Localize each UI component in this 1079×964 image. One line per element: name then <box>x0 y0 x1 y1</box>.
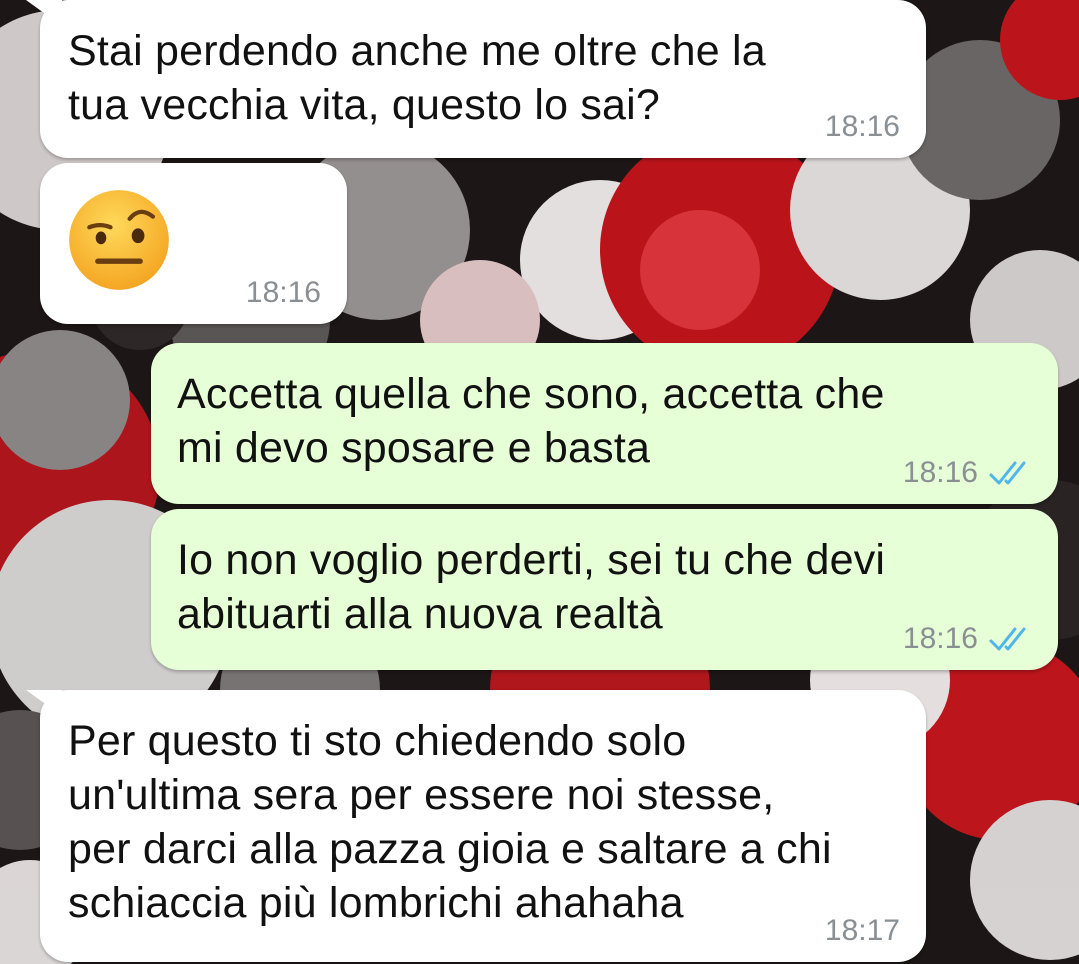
message-meta: 18:16 <box>825 110 900 144</box>
message-text: Stai perdendo anche me oltre che la tua … <box>68 27 766 129</box>
message-text: Per questo ti sto chiedendo solo un'ulti… <box>68 717 832 927</box>
message-meta: 18:16 <box>903 622 1032 656</box>
outgoing-message-bubble[interactable]: Io non voglio perderti, sei tu che devi … <box>151 509 1058 670</box>
incoming-message-bubble[interactable]: Stai perdendo anche me oltre che la tua … <box>26 0 926 158</box>
message-time: 18:16 <box>245 276 321 309</box>
message-time: 18:16 <box>902 456 978 489</box>
message-time: 18:17 <box>824 914 900 947</box>
read-double-check-icon <box>989 627 1026 651</box>
incoming-message-bubble[interactable]: Per questo ti sto chiedendo solo un'ulti… <box>26 690 926 962</box>
face-with-raised-eyebrow-icon <box>69 190 169 290</box>
message-meta: 18:16 <box>903 456 1032 490</box>
read-double-check-icon <box>989 461 1026 485</box>
outgoing-message-bubble[interactable]: Accetta quella che sono, accetta che mi … <box>151 343 1058 504</box>
message-time: 18:16 <box>902 622 978 655</box>
message-meta: 18:17 <box>825 914 900 948</box>
incoming-emoji-bubble[interactable]: 18:16 <box>40 163 347 324</box>
message-meta: 18:16 <box>246 276 321 310</box>
message-time: 18:16 <box>824 110 900 143</box>
